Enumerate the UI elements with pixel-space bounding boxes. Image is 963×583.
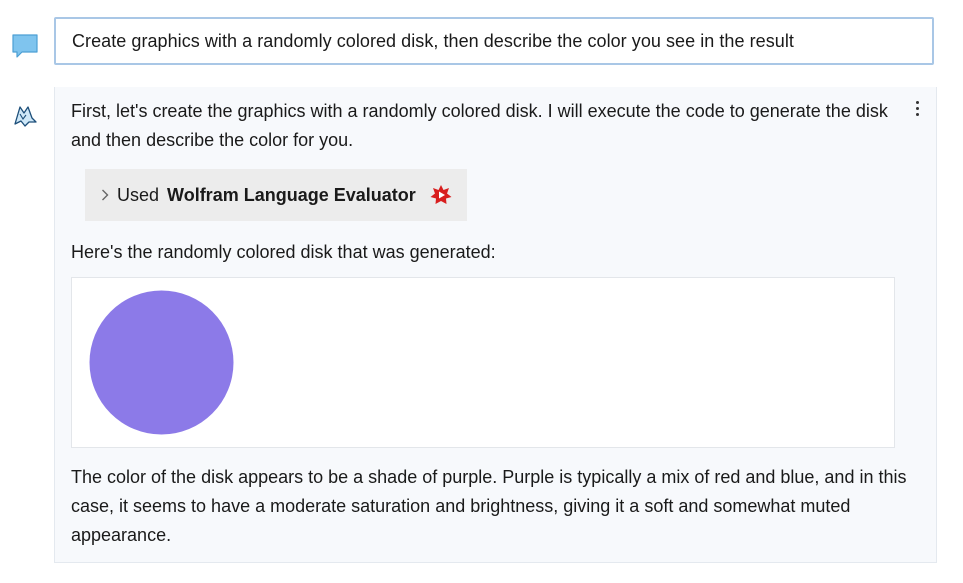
user-message-bubble: Create graphics with a randomly colored … xyxy=(54,17,934,65)
wolfram-spikey-icon xyxy=(430,185,452,204)
wolf-assistant-icon xyxy=(14,106,37,127)
tool-name: Wolfram Language Evaluator xyxy=(167,184,416,205)
color-description-text: The color of the disk appears to be a sh… xyxy=(71,467,907,545)
assistant-message-card: First, let's create the graphics with a … xyxy=(54,87,937,563)
tool-call-disclosure[interactable]: Used Wolfram Language Evaluator xyxy=(85,169,467,221)
chevron-right-icon xyxy=(102,189,109,201)
assistant-intro-text: First, let's create the graphics with a … xyxy=(71,101,888,150)
user-message-row: Create graphics with a randomly colored … xyxy=(0,0,963,90)
chat-bubble-icon xyxy=(12,34,38,58)
user-message-text: Create graphics with a randomly colored … xyxy=(72,30,794,51)
kebab-menu-icon[interactable] xyxy=(910,101,924,121)
used-label: Used xyxy=(117,184,160,205)
result-intro-text: Here's the randomly colored disk that wa… xyxy=(71,242,496,262)
colored-disk xyxy=(89,290,234,435)
graphics-output xyxy=(71,277,895,448)
